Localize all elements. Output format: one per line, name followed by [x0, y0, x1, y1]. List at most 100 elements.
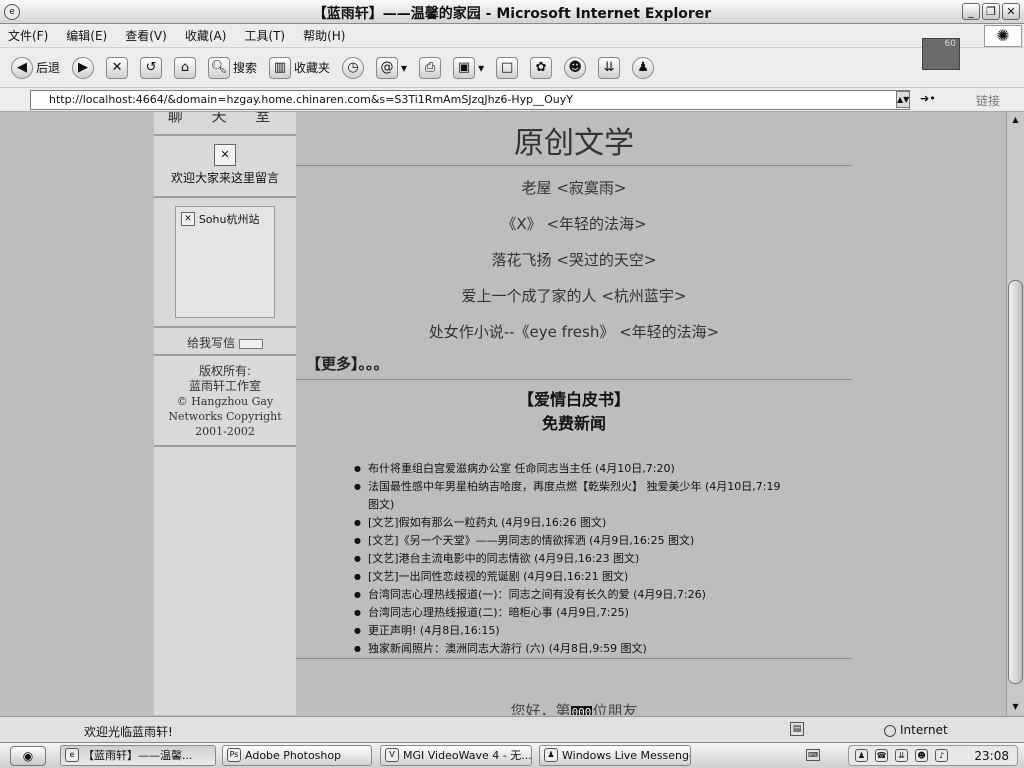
divider: [296, 658, 852, 659]
search-icon: 🔍︎: [208, 56, 231, 79]
search-label: 搜索: [233, 61, 258, 75]
menu-edit[interactable]: 编辑(E): [66, 27, 107, 44]
menu-tools[interactable]: 工具(T): [244, 27, 285, 44]
task-label: Adobe Photoshop: [245, 749, 342, 762]
news-item[interactable]: 台湾同志心理热线报道(一)：同志之间有没有长久的爱 (4月9日,7:26): [354, 586, 790, 604]
close-button[interactable]: ✕: [1002, 3, 1020, 20]
url-dropdown-button[interactable]: ▲▼: [896, 91, 910, 108]
writeme-section: 给我写信: [154, 328, 296, 356]
keyboard-icon[interactable]: ⌨: [806, 749, 820, 761]
network-tray-icon[interactable]: ☎: [875, 749, 888, 762]
search-button[interactable]: 🔍︎ 搜索: [205, 55, 260, 81]
sohu-frame: ✕ Sohu杭州站: [175, 206, 275, 318]
article-link[interactable]: 爱上一个成了家的人 <杭州蓝宇>: [296, 278, 852, 314]
download-tray-icon[interactable]: ⇊: [895, 749, 908, 762]
sidebar: 聊 天 室 ✕ 欢迎大家来这里留言 ✕ Sohu杭州站 给我写信 版权所有: 蓝…: [154, 112, 296, 715]
home-button[interactable]: ⌂: [171, 55, 199, 81]
refresh-button[interactable]: ↺: [137, 55, 165, 81]
task-photoshop[interactable]: Ps Adobe Photoshop: [222, 745, 372, 766]
fullscreen-button[interactable]: □: [493, 55, 521, 81]
print-button[interactable]: ⎙: [416, 55, 444, 81]
back-button[interactable]: ◀ 后退: [8, 55, 63, 81]
copyright-line: 蓝雨轩工作室: [188, 379, 261, 393]
clock[interactable]: 23:08: [974, 749, 1009, 763]
download-button[interactable]: ⇊: [595, 55, 623, 81]
printer-icon: ⎙: [419, 56, 442, 79]
edit-button[interactable]: ▣ ▾: [450, 55, 487, 81]
messenger-people-icon: ♟: [632, 56, 655, 79]
zone-label: Internet: [900, 723, 948, 737]
news-item[interactable]: 法国最性感中年男星柏纳吉哈度，再度点燃【乾柴烈火】 独爱美少年 (4月10日,7…: [354, 478, 790, 514]
toolbar-monitor-widget[interactable]: 60: [922, 38, 960, 70]
menu-file[interactable]: 文件(F): [8, 27, 48, 44]
news-subheading: 免费新闻: [541, 414, 606, 433]
minimize-button[interactable]: _: [962, 3, 980, 20]
mail-image-placeholder[interactable]: [238, 338, 263, 349]
links-button[interactable]: 链接: [976, 92, 1000, 109]
favorites-button[interactable]: ▥ 收藏夹: [266, 55, 333, 81]
task-videowave[interactable]: V MGI VideoWave 4 - 无...: [380, 745, 532, 766]
menu-view[interactable]: 查看(V): [125, 27, 167, 44]
forward-button[interactable]: ▶: [69, 55, 97, 81]
maximize-button[interactable]: ❐: [982, 3, 1000, 20]
main-content: 原创文学 老屋 <寂寞雨> 《X》 <年轻的法海> 落花飞扬 <哭过的天空> 爱…: [296, 112, 852, 715]
vertical-scrollbar[interactable]: ▲ ▼: [1006, 112, 1024, 715]
task-messenger[interactable]: ♟ Windows Live Messenger: [539, 745, 691, 766]
stop-button[interactable]: ✕: [103, 55, 131, 81]
book-icon: ▥: [269, 56, 292, 79]
chatroom-link[interactable]: 聊 天 室: [154, 112, 296, 136]
go-arrow-icon[interactable]: ➜•: [920, 92, 936, 105]
visitor-counter: 您好，第000位朋友: [296, 700, 852, 715]
dropdown-arrow-icon: ▾: [401, 60, 408, 75]
news-item[interactable]: 布什将重组白宫爱滋病办公室 任命同志当主任 (4月10日,7:20): [354, 460, 790, 478]
more-link[interactable]: 【更多】。。。: [296, 350, 852, 380]
news-item[interactable]: [文艺]《另一个天堂》——男同志的情欲挥洒 (4月9日,16:25 图文): [354, 532, 790, 550]
task-label: MGI VideoWave 4 - 无...: [403, 749, 532, 762]
people-tray-icon[interactable]: ♟: [855, 749, 868, 762]
broken-image-icon[interactable]: ✕: [181, 212, 195, 226]
task-ie[interactable]: e 【蓝雨轩】——温馨...: [60, 745, 216, 766]
system-tray: ♟ ☎ ⇊ ☻ ♪ 23:08: [848, 745, 1018, 766]
news-item[interactable]: 更正声明! (4月8日,16:15): [354, 622, 790, 640]
broken-image-icon[interactable]: ✕: [214, 144, 236, 166]
photo-button[interactable]: ✿: [527, 55, 555, 81]
news-item[interactable]: 台湾同志心理热线报道(二)：暗柜心事 (4月9日,7:25): [354, 604, 790, 622]
copyright-line: 2001-2002: [195, 425, 255, 438]
scroll-up-icon[interactable]: ▲: [1008, 113, 1023, 127]
page-viewport: 聊 天 室 ✕ 欢迎大家来这里留言 ✕ Sohu杭州站 给我写信 版权所有: 蓝…: [0, 112, 1006, 715]
history-button[interactable]: ◷: [339, 55, 367, 81]
article-link[interactable]: 处女作小说--《eye fresh》 <年轻的法海>: [296, 314, 852, 350]
article-link[interactable]: 老屋 <寂寞雨>: [296, 170, 852, 206]
news-item[interactable]: [文艺]港台主流电影中的同志情欲 (4月9日,16:23 图文): [354, 550, 790, 568]
qq-tray-icon[interactable]: ☻: [915, 749, 928, 762]
edit-page-icon: ▣: [453, 56, 476, 79]
photoshop-icon: Ps: [227, 748, 241, 762]
mail-button[interactable]: @ ▾: [373, 55, 410, 81]
menu-favorites[interactable]: 收藏(A): [185, 27, 227, 44]
article-list: 老屋 <寂寞雨> 《X》 <年轻的法海> 落花飞扬 <哭过的天空> 爱上一个成了…: [296, 166, 852, 350]
scroll-thumb[interactable]: [1008, 280, 1023, 684]
write-me-link[interactable]: 给我写信: [187, 336, 235, 350]
url-input[interactable]: http://localhost:4664/&domain=hzgay.home…: [30, 90, 910, 110]
menu-help[interactable]: 帮助(H): [303, 27, 345, 44]
copyright-line: Networks Copyright: [168, 410, 282, 423]
messenger-button[interactable]: ♟: [629, 55, 657, 81]
guestbook-link[interactable]: 欢迎大家来这里留言: [154, 169, 296, 186]
news-heading: 【爱情白皮书】: [517, 390, 630, 409]
volume-icon[interactable]: ♪: [935, 749, 948, 762]
article-link[interactable]: 落花飞扬 <哭过的天空>: [296, 242, 852, 278]
sohu-section: ✕ Sohu杭州站: [154, 198, 296, 328]
start-button[interactable]: ◉: [10, 746, 46, 766]
scroll-down-icon[interactable]: ▼: [1008, 700, 1023, 714]
article-link[interactable]: 《X》 <年轻的法海>: [296, 206, 852, 242]
messenger-icon: ♟: [544, 748, 558, 762]
news-item[interactable]: [文艺]假如有那么一粒药丸 (4月9日,16:26 图文): [354, 514, 790, 532]
back-label: 后退: [36, 61, 61, 75]
sohu-link[interactable]: Sohu杭州站: [199, 213, 260, 226]
copyright-line: 版权所有:: [198, 364, 252, 378]
news-item[interactable]: 独家新闻照片：澳洲同志大游行 (六) (4月8日,9:59 图文): [354, 640, 790, 658]
news-item[interactable]: [文艺]一出同性恋歧视的荒诞剧 (4月9日,16:21 图文): [354, 568, 790, 586]
news-list: 布什将重组白宫爱滋病办公室 任命同志当主任 (4月10日,7:20) 法国最性感…: [354, 460, 790, 658]
qq-button[interactable]: ☻: [561, 55, 589, 81]
forward-arrow-icon: ▶: [72, 56, 95, 79]
